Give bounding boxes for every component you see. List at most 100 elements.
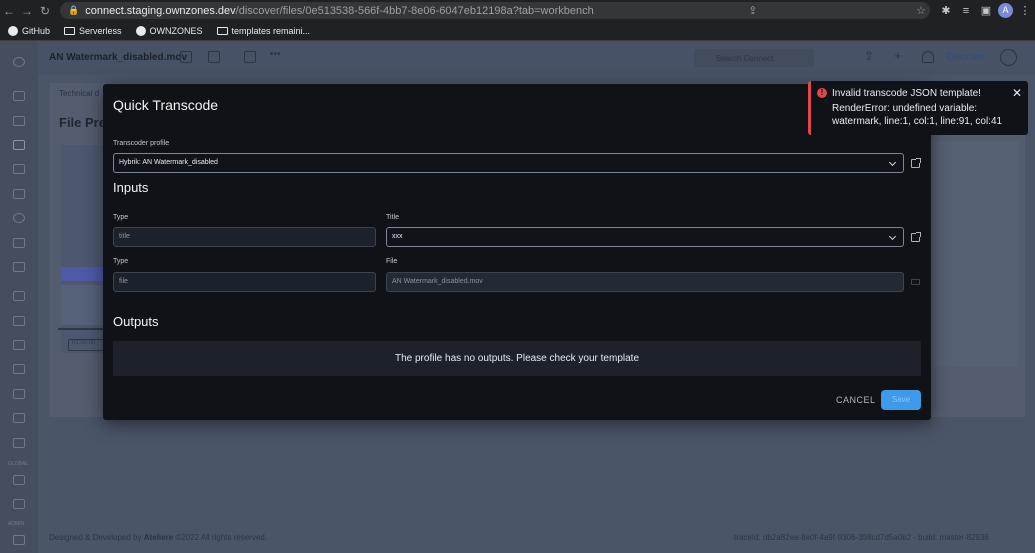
file-field[interactable]: AN Watermark_disabled.mov — [386, 272, 904, 292]
input-type-label: Type — [113, 258, 129, 265]
layout-icon[interactable] — [208, 51, 220, 63]
quick-transcode-modal: Quick Transcode Transcoder profile Hybri… — [103, 84, 931, 420]
github-icon — [135, 25, 146, 36]
right-panel — [931, 141, 1019, 367]
menu-icon[interactable]: ⋮ — [1017, 4, 1033, 17]
outputs-title: Outputs — [113, 314, 159, 329]
outputs-empty-message: The profile has no outputs. Please check… — [113, 341, 921, 376]
bookmark-label: templates remaini... — [231, 25, 311, 36]
toast-message: RenderError: undefined variable: waterma… — [832, 103, 1003, 127]
footer-trace: traceId: db2a82ea-8e0f-4a9f-9306-398cd7d… — [734, 533, 989, 542]
upload-icon[interactable]: ⇧ — [864, 49, 876, 63]
bell-icon[interactable] — [922, 51, 934, 63]
external-link-icon[interactable] — [911, 232, 921, 242]
bookmark-label: OWNZONES — [149, 25, 203, 36]
app-header: AN Watermark_disabled.mov ••• Search Con… — [38, 41, 1035, 75]
chat-icon[interactable] — [13, 291, 25, 301]
file-label: File — [386, 258, 398, 265]
reload-icon[interactable]: ↻ — [36, 4, 54, 18]
workspace-switcher[interactable]: Discover — [947, 52, 986, 63]
sidepanel-icon[interactable]: ▣ — [978, 4, 994, 17]
footer-brand[interactable]: Ateliere — [144, 533, 173, 542]
comment-icon[interactable] — [244, 51, 256, 63]
profile-label: Transcoder profile — [113, 140, 170, 147]
file-title: AN Watermark_disabled.mov — [49, 52, 188, 63]
star-icon[interactable]: ☆ — [912, 4, 930, 17]
search-input[interactable]: Search Connect — [694, 49, 814, 67]
profile-select[interactable]: Hybrik: AN Watermark_disabled — [113, 153, 904, 173]
inputs-title: Inputs — [113, 180, 149, 195]
github-icon — [8, 25, 18, 36]
files-icon[interactable] — [13, 140, 25, 150]
more-icon[interactable]: ••• — [270, 49, 282, 61]
device-icon[interactable] — [13, 340, 25, 350]
folder-icon — [64, 26, 76, 35]
media-icon[interactable]: ≡ — [958, 5, 974, 17]
settings-icon[interactable] — [13, 413, 25, 423]
extensions-icon[interactable]: ✱ — [938, 4, 954, 17]
title-select[interactable]: xxx — [386, 227, 904, 247]
bookmark-ownzones[interactable]: OWNZONES — [135, 25, 203, 36]
breadcrumb[interactable]: Technical d — [59, 89, 99, 98]
chevron-down-icon — [888, 232, 897, 241]
url-host: connect.staging.ownzones.dev — [85, 4, 236, 17]
user-avatar[interactable] — [1000, 49, 1017, 66]
close-icon[interactable]: ✕ — [1012, 86, 1022, 100]
logo-icon — [13, 57, 25, 67]
page-title: File Pre — [59, 115, 106, 130]
input-type-field[interactable]: title — [113, 227, 376, 247]
link-icon[interactable] — [13, 499, 25, 509]
document-icon[interactable] — [13, 438, 25, 448]
input-type-label: Type — [113, 214, 129, 221]
logout-icon[interactable] — [13, 535, 25, 545]
list-icon[interactable] — [13, 116, 25, 126]
dashboard-icon[interactable] — [13, 91, 25, 101]
bookmark-github[interactable]: GitHub — [8, 25, 51, 36]
bookmark-serverless[interactable]: Serverless — [64, 26, 122, 36]
bookmark-templates[interactable]: templates remaini... — [216, 25, 311, 36]
profile-avatar[interactable]: A — [998, 3, 1013, 18]
error-toast: ! Invalid transcode JSON template! Rende… — [808, 81, 1028, 135]
transfer-icon[interactable] — [13, 238, 25, 248]
footer-copyright: Designed & Developed by Ateliere ©2022 A… — [49, 533, 267, 542]
video-player[interactable] — [61, 145, 106, 353]
error-icon: ! — [817, 88, 827, 98]
folder-icon — [216, 26, 228, 35]
save-button[interactable]: Save — [881, 390, 921, 410]
footer-suffix: ©2022 All rights reserved. — [175, 533, 268, 542]
address-bar[interactable]: 🔒 connect.staging.ownzones.dev /discover… — [60, 2, 930, 19]
share-icon[interactable]: ⇪ — [744, 4, 762, 17]
forward-icon[interactable]: → — [18, 4, 36, 18]
briefcase-icon[interactable] — [13, 189, 25, 199]
bookmark-label: Serverless — [79, 25, 122, 36]
building-icon[interactable] — [13, 475, 25, 485]
seek-slider[interactable] — [58, 328, 103, 330]
footer: Designed & Developed by Ateliere ©2022 A… — [38, 527, 1035, 553]
folder-icon[interactable] — [911, 279, 920, 285]
toast-title: Invalid transcode JSON template! — [832, 88, 981, 99]
input-type-field[interactable]: file — [113, 272, 376, 292]
profile-select-value: Hybrik: AN Watermark_disabled — [119, 159, 218, 166]
cancel-button[interactable]: CANCEL — [836, 395, 876, 405]
add-icon[interactable]: + — [894, 48, 906, 63]
workflow-icon[interactable] — [13, 364, 25, 374]
tag-icon[interactable] — [13, 316, 25, 326]
external-link-icon[interactable] — [911, 158, 921, 168]
copy-icon[interactable] — [13, 164, 25, 174]
save-icon[interactable] — [180, 51, 192, 63]
chevron-down-icon — [888, 158, 897, 167]
warning-icon[interactable] — [13, 389, 25, 399]
checklist-icon[interactable] — [13, 262, 25, 272]
bookmarks-bar: GitHub Serverless OWNZONES templates rem… — [0, 21, 1035, 41]
clock-icon[interactable] — [13, 213, 25, 223]
nav-section-global: GLOBAL — [8, 461, 29, 467]
bookmark-label: GitHub — [22, 25, 51, 36]
nav-section-admin: ADMIN — [8, 521, 25, 527]
browser-toolbar: ← → ↻ 🔒 connect.staging.ownzones.dev /di… — [0, 0, 1035, 21]
timecode-field[interactable]: 01:00:00 — [68, 339, 104, 351]
modal-title: Quick Transcode — [113, 97, 219, 113]
footer-prefix: Designed & Developed by — [49, 533, 142, 542]
back-icon[interactable]: ← — [0, 4, 18, 18]
url-path: /discover/files/0e513538-566f-4bb7-8e06-… — [235, 4, 594, 17]
player-stripe — [61, 267, 106, 281]
